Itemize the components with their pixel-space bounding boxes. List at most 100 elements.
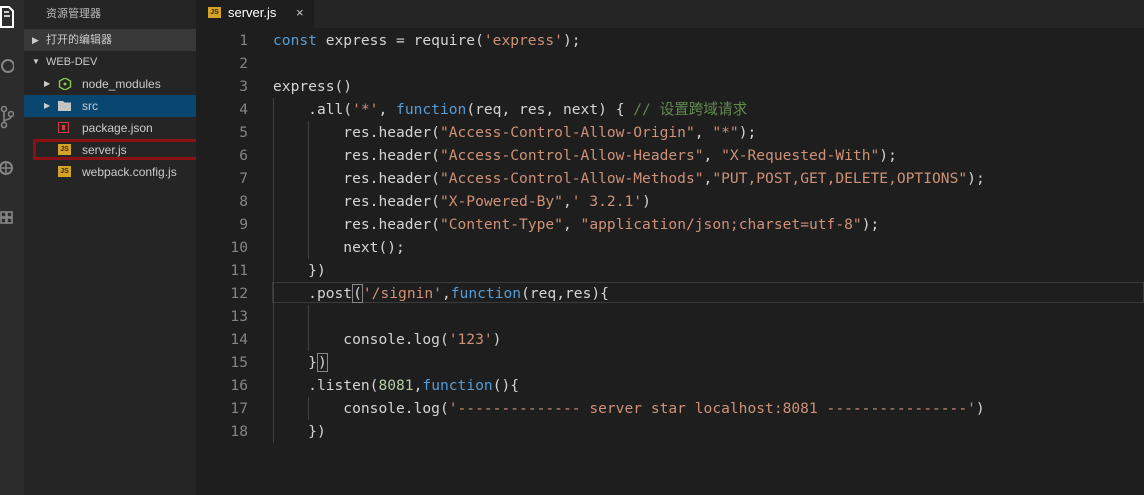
- project-header[interactable]: ▼ WEB-DEV: [24, 52, 196, 72]
- code-line[interactable]: 11 }): [196, 259, 1144, 282]
- code-token: '123': [448, 331, 493, 348]
- code-line[interactable]: 1 const express = require('express');: [196, 29, 1144, 52]
- tree-item-webpack-config[interactable]: JS webpack.config.js: [24, 161, 196, 183]
- code-text: }): [273, 420, 326, 443]
- code-token: "PUT,POST,GET,DELETE,OPTIONS": [712, 170, 968, 187]
- code-token: ,: [562, 216, 581, 233]
- explorer-icon[interactable]: [0, 4, 14, 30]
- line-number: 1: [239, 32, 248, 49]
- code-token: ' 3.2.1': [571, 193, 643, 210]
- line-number: 18: [230, 423, 248, 440]
- code-token: res.header(: [343, 147, 440, 164]
- code-line[interactable]: 14 console.log('123'): [196, 328, 1144, 351]
- tab-server-js[interactable]: JS server.js ×: [196, 0, 314, 28]
- code-line[interactable]: 3 express(): [196, 75, 1144, 98]
- chevron-right-icon: ▶: [32, 35, 39, 45]
- code-token: }): [308, 262, 326, 279]
- code-line[interactable]: 17 console.log('-------------- server st…: [196, 397, 1144, 420]
- code-editor[interactable]: 1 const express = require('express'); 2 3 ex…: [196, 28, 1144, 495]
- code-token: '*': [352, 101, 379, 118]
- code-token: );: [967, 170, 985, 187]
- code-line[interactable]: 2: [196, 52, 1144, 75]
- tree-item-node-modules[interactable]: ▶ node_modules: [24, 73, 196, 95]
- code-line[interactable]: 9 res.header("Content-Type", "applicatio…: [196, 213, 1144, 236]
- line-number: 8: [239, 193, 248, 210]
- indent-guide: [308, 397, 310, 420]
- code-text: next();: [273, 236, 405, 259]
- line-number: 9: [239, 216, 248, 233]
- code-token: function: [396, 101, 467, 118]
- code-token: (){: [492, 377, 520, 394]
- code-token: console.log(: [343, 331, 449, 348]
- line-number: 4: [239, 101, 248, 118]
- code-token: // 设置跨域请求: [633, 101, 748, 118]
- code-token: (: [352, 284, 363, 303]
- code-token: res.header(: [343, 124, 440, 141]
- code-token: console.log(: [343, 400, 449, 417]
- tree-item-label: webpack.config.js: [82, 165, 177, 179]
- code-line[interactable]: 8 res.header("X-Powered-By",' 3.2.1'): [196, 190, 1144, 213]
- code-token: "*": [712, 124, 739, 141]
- code-line[interactable]: 4 .all('*', function(req, res, next) { /…: [196, 98, 1144, 121]
- code-line[interactable]: 16 .listen(8081,function(){: [196, 374, 1144, 397]
- code-token: ): [492, 331, 502, 348]
- js-icon: JS: [58, 166, 72, 178]
- line-number: 6: [239, 147, 248, 164]
- json-icon: [58, 122, 72, 134]
- code-text: res.header("Access-Control-Allow-Methods…: [273, 167, 985, 190]
- code-text: .listen(8081,function(){: [273, 374, 519, 397]
- line-number: 16: [230, 377, 248, 394]
- folder-icon: [58, 101, 71, 111]
- code-text: const express = require('express');: [273, 29, 581, 52]
- code-token: ,: [378, 101, 397, 118]
- code-token: ,: [694, 124, 713, 141]
- code-token: const: [273, 32, 317, 49]
- tab-label: server.js: [228, 5, 277, 20]
- chevron-down-icon: ▼: [32, 57, 40, 66]
- source-control-icon[interactable]: [0, 104, 14, 130]
- line-number: 17: [230, 400, 248, 417]
- code-token: next();: [343, 239, 405, 256]
- search-icon[interactable]: [0, 54, 14, 80]
- code-line[interactable]: 6 res.header("Access-Control-Allow-Heade…: [196, 144, 1144, 167]
- code-line[interactable]: 12 .post('/signin',function(req,res){: [196, 282, 1144, 305]
- code-token: "Access-Control-Allow-Headers": [439, 147, 704, 164]
- code-token: .listen(: [308, 377, 379, 394]
- code-token: ,: [703, 147, 722, 164]
- tree-item-package-json[interactable]: package.json: [24, 117, 196, 139]
- debug-icon[interactable]: [0, 154, 14, 180]
- js-icon: JS: [208, 7, 221, 18]
- code-line[interactable]: 15 }): [196, 351, 1144, 374]
- code-token: express = require(: [316, 32, 484, 49]
- code-text: res.header("Content-Type", "application/…: [273, 213, 879, 236]
- explorer-sidebar: 资源管理器 ▶ 打开的编辑器 ▼ WEB-DEV ▶ node_modules …: [24, 0, 196, 495]
- explorer-title: 资源管理器: [46, 8, 101, 20]
- activity-bar: [0, 0, 24, 495]
- code-line[interactable]: 18 }): [196, 420, 1144, 443]
- code-token: }): [308, 423, 326, 440]
- tree-item-label: node_modules: [82, 77, 161, 91]
- open-editors-section[interactable]: ▶ 打开的编辑器: [24, 29, 196, 51]
- indent-guide: [308, 121, 310, 259]
- code-line[interactable]: 7 res.header("Access-Control-Allow-Metho…: [196, 167, 1144, 190]
- node-icon: [58, 78, 72, 90]
- line-number: 11: [230, 262, 248, 279]
- code-token: (req, res, next) {: [466, 101, 634, 118]
- code-line[interactable]: 5 res.header("Access-Control-Allow-Origi…: [196, 121, 1144, 144]
- line-number: 14: [230, 331, 248, 348]
- code-token: express(): [273, 78, 353, 95]
- chevron-right-icon: ▶: [44, 79, 51, 88]
- code-line[interactable]: 13: [196, 305, 1144, 328]
- code-text: res.header("X-Powered-By",' 3.2.1'): [273, 190, 651, 213]
- close-icon[interactable]: ×: [296, 0, 304, 26]
- extensions-icon[interactable]: [0, 204, 14, 230]
- indent-guide: [308, 305, 310, 351]
- code-token: );: [738, 124, 757, 141]
- project-label: WEB-DEV: [46, 56, 98, 68]
- code-line[interactable]: 10 next();: [196, 236, 1144, 259]
- tree-item-src[interactable]: ▶ src: [24, 95, 196, 117]
- code-token: (req,res){: [521, 285, 609, 302]
- tab-bar: JS server.js ×: [196, 0, 1144, 28]
- code-token: res.header(: [343, 216, 440, 233]
- tree-item-label: package.json: [82, 121, 153, 135]
